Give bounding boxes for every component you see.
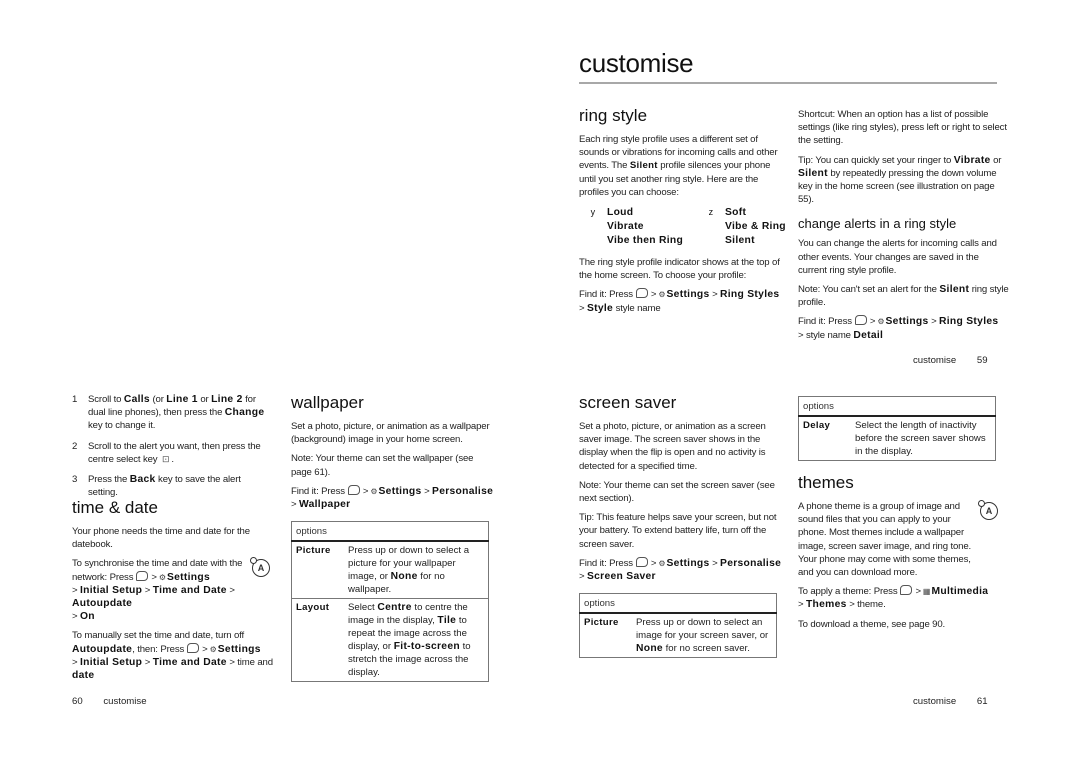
- menu-key-icon: [854, 315, 867, 326]
- page-title: customise: [579, 48, 694, 78]
- change-alerts-find-it: Find it: Press > ⚙ Settings > Ring Styles > …: [798, 315, 999, 341]
- themes-apply: To apply a theme: Press > ▦ Multimedia > The…: [798, 585, 989, 611]
- page-footer-60: 60 customise: [72, 696, 147, 707]
- menu-key-icon: [136, 570, 149, 581]
- wallpaper-options-table: options Picture Press up or down to sele…: [291, 521, 489, 683]
- wallpaper-section: wallpaper Set a photo, picture, or anima…: [291, 393, 496, 683]
- steps-list-block: 1 Scroll to Calls (or Line 1 or Line 2 fo…: [72, 393, 272, 506]
- change-alerts-heading: change alerts in a ring style: [798, 216, 957, 232]
- page-title-block: customise: [579, 48, 997, 84]
- profile-marker: y: [590, 207, 596, 218]
- screen-saver-section: screen saver Set a photo, picture, or an…: [579, 393, 789, 659]
- table-row: Delay Select the length of inactivity be…: [798, 415, 996, 461]
- options-header: options: [291, 521, 489, 543]
- settings-icon: ⚙: [658, 558, 665, 568]
- screen-saver-note: Note: Your theme can set the screen save…: [579, 479, 775, 505]
- step-1: 1 Scroll to Calls (or Line 1 or Line 2 fo…: [72, 394, 265, 432]
- wallpaper-note: Note: Your theme can set the wallpaper (…: [291, 453, 474, 478]
- profile-marker: z: [708, 207, 714, 218]
- tip-note: Tip: You can quickly set your ringer to …: [798, 154, 1002, 206]
- option-desc: Press up or down to select a picture for…: [344, 540, 489, 599]
- options-header: options: [579, 593, 777, 615]
- profile-vibe-then-ring: Vibe then Ring: [607, 235, 684, 247]
- themes-heading: themes: [798, 473, 854, 492]
- time-date-body: Your phone needs the time and date for t…: [72, 526, 250, 551]
- footer-label: customise: [913, 696, 957, 707]
- step-2: 2 Scroll to the alert you want, then pres…: [72, 440, 261, 465]
- alert-steps: 1 Scroll to Calls (or Line 1 or Line 2 fo…: [72, 393, 272, 499]
- page-number: 60: [72, 696, 83, 707]
- title-rule: [579, 82, 997, 84]
- wallpaper-body: Set a photo, picture, or animation as a …: [291, 421, 490, 446]
- centre-select-key-icon: ⊡: [161, 453, 170, 464]
- page-footer-61: customise 61: [913, 696, 988, 707]
- option-key: Picture: [291, 540, 344, 599]
- table-row: Picture Press up or down to select an im…: [579, 612, 777, 658]
- change-alerts-body: You can change the alerts for incoming c…: [798, 238, 997, 276]
- wallpaper-find-it: Find it: Press > ⚙ Settings > Personalise > …: [291, 484, 494, 511]
- ring-style-intro: Each ring style profile uses a different…: [579, 134, 778, 198]
- network-feature-icon: A: [978, 500, 998, 520]
- screen-saver-heading: screen saver: [579, 393, 677, 412]
- step-3: 3 Press the Back key to save the alert se…: [72, 474, 241, 499]
- right-column-bottom: options Delay Select the length of inact…: [798, 396, 1010, 637]
- table-row: Picture Press up or down to select a pic…: [291, 540, 489, 599]
- wallpaper-heading: wallpaper: [291, 393, 364, 412]
- settings-icon: ⚙: [370, 486, 377, 496]
- profile-loud: Loud: [607, 207, 634, 219]
- settings-icon: ⚙: [209, 644, 217, 654]
- menu-key-icon: [900, 585, 913, 596]
- footer-label: customise: [103, 696, 147, 707]
- option-desc: Select the length of inactivity before t…: [851, 415, 996, 461]
- page-number: 59: [976, 355, 988, 366]
- option-desc: Press up or down to select an image for …: [632, 612, 777, 658]
- themes-body: A phone theme is a group of image and so…: [798, 501, 972, 579]
- profile-vibrate: Vibrate: [607, 221, 644, 233]
- menu-key-icon: [635, 556, 648, 567]
- time-date-heading: time & date: [72, 498, 158, 517]
- option-key: Delay: [798, 415, 851, 461]
- delay-options-table: options Delay Select the length of inact…: [798, 396, 996, 461]
- themes-download: To download a theme, see page 90.: [798, 618, 946, 630]
- settings-icon: ⚙: [658, 290, 665, 300]
- screen-saver-tip: Tip: This feature helps save your screen…: [579, 512, 777, 550]
- screen-saver-find-it: Find it: Press > ⚙ Settings > Personalise > …: [579, 556, 782, 583]
- ring-style-find-it: Find it: Press > ⚙ Settings > Ring Styles > …: [579, 288, 780, 314]
- ring-style-section: ring style Each ring style profile uses …: [579, 106, 789, 321]
- option-key: Layout: [291, 598, 344, 682]
- sync-instructions: To synchronise the time and date with th…: [72, 558, 243, 623]
- profile-list: y Loud z Soft Vibrate Vibe & Ring Vibe t…: [579, 207, 789, 246]
- page-footer-59: customise 59: [913, 355, 988, 366]
- multimedia-icon: ▦: [922, 587, 931, 597]
- right-column-top: Shortcut: When an option has a list of p…: [798, 108, 1010, 348]
- network-feature-icon: A: [250, 557, 270, 578]
- page-number: 61: [976, 696, 988, 707]
- settings-icon: ⚙: [158, 572, 166, 582]
- screen-saver-options-table: options Picture Press up or down to sele…: [579, 593, 777, 659]
- time-date-section: time & date Your phone needs the time an…: [72, 498, 277, 688]
- menu-key-icon: [347, 484, 360, 495]
- shortcut-note: Shortcut: When an option has a list of p…: [798, 109, 1007, 147]
- options-header: options: [798, 396, 996, 417]
- indicator-text: The ring style profile indicator shows a…: [579, 257, 780, 282]
- ring-style-heading: ring style: [579, 106, 648, 125]
- option-desc: Select Centre to centre the image in the…: [344, 598, 489, 682]
- menu-key-icon: [635, 288, 648, 299]
- menu-key-icon: [187, 642, 200, 653]
- settings-icon: ⚙: [877, 317, 884, 327]
- screen-saver-body: Set a photo, picture, or animation as a …: [579, 421, 766, 472]
- table-row: Layout Select Centre to centre the image…: [291, 598, 489, 682]
- footer-label: customise: [913, 355, 957, 366]
- option-key: Picture: [579, 612, 632, 658]
- manual-instructions: To manually set the time and date, turn …: [72, 630, 273, 682]
- change-alerts-note: Note: You can't set an alert for the Sil…: [798, 284, 1009, 309]
